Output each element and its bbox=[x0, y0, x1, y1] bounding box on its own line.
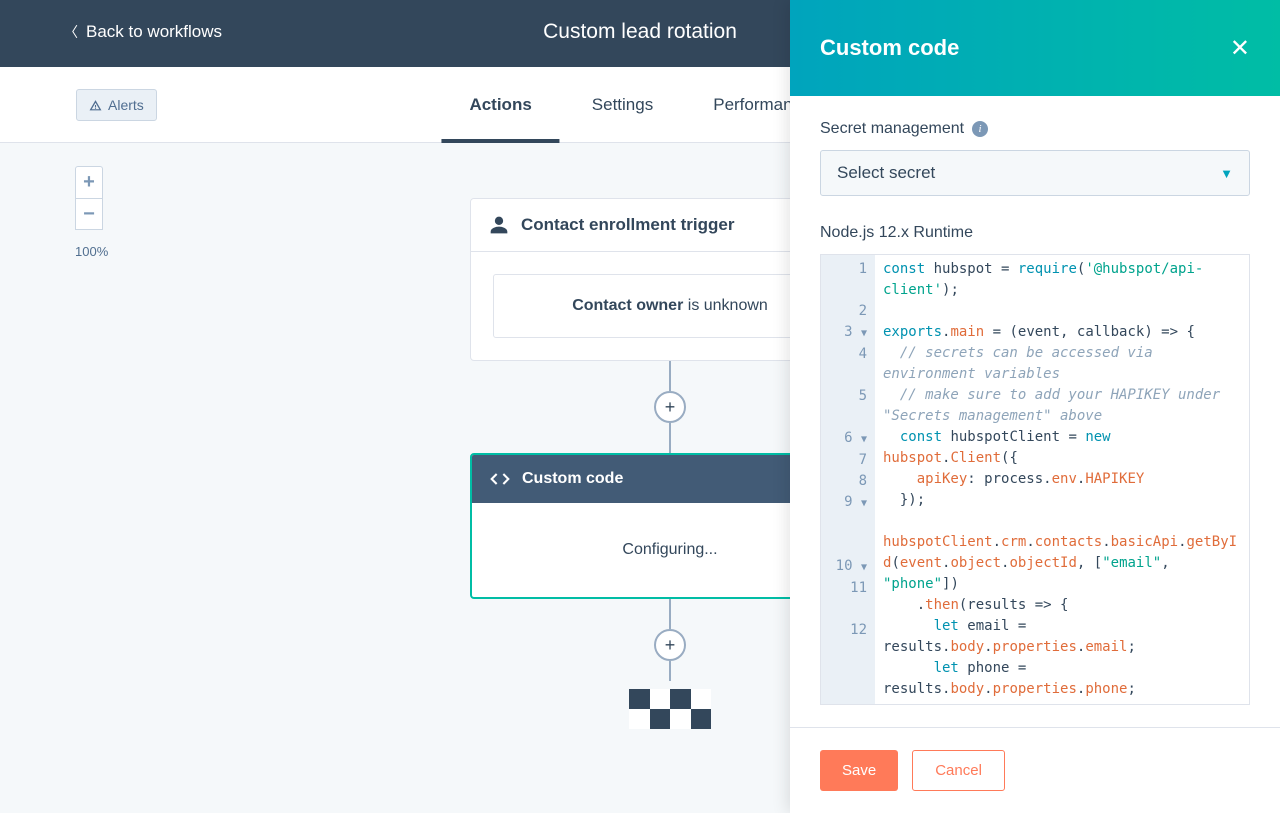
panel-header: Custom code ✕ bbox=[790, 0, 1280, 96]
select-secret-dropdown[interactable]: Select secret ▼ bbox=[820, 150, 1250, 196]
panel-footer: Save Cancel bbox=[790, 727, 1280, 813]
tab-actions[interactable]: Actions bbox=[469, 67, 531, 143]
connector-line bbox=[669, 661, 671, 681]
panel-body: Secret management i Select secret ▼ Node… bbox=[790, 96, 1280, 727]
zoom-out-button[interactable]: − bbox=[75, 198, 103, 230]
warning-icon bbox=[89, 99, 102, 112]
zoom-controls: + − 100% bbox=[75, 166, 108, 259]
zoom-in-button[interactable]: + bbox=[75, 166, 103, 198]
chevron-left-icon: 〈 bbox=[64, 22, 78, 42]
select-secret-value: Select secret bbox=[837, 163, 935, 183]
code-editor[interactable]: 1 2 3 ▼ 4 5 6 ▼ 7 8 9 ▼ 10 ▼ 11 12 const… bbox=[820, 254, 1250, 705]
add-action-button[interactable]: + bbox=[654, 629, 686, 661]
alerts-label: Alerts bbox=[108, 97, 144, 113]
code-content[interactable]: const hubspot = require('@hubspot/api-cl… bbox=[875, 255, 1249, 704]
info-icon[interactable]: i bbox=[972, 121, 988, 137]
connector-line bbox=[669, 361, 671, 391]
close-icon[interactable]: ✕ bbox=[1230, 34, 1250, 63]
save-button[interactable]: Save bbox=[820, 750, 898, 791]
connector-line bbox=[669, 599, 671, 629]
caret-down-icon: ▼ bbox=[1220, 166, 1233, 181]
zoom-level: 100% bbox=[75, 244, 108, 259]
panel-title: Custom code bbox=[820, 35, 959, 61]
custom-code-title: Custom code bbox=[522, 470, 623, 488]
custom-code-panel: Custom code ✕ Secret management i Select… bbox=[790, 0, 1280, 813]
secret-management-label: Secret management i bbox=[820, 120, 1250, 138]
add-action-button[interactable]: + bbox=[654, 391, 686, 423]
back-label: Back to workflows bbox=[86, 22, 222, 42]
end-marker-icon bbox=[629, 689, 711, 729]
page-title: Custom lead rotation bbox=[543, 20, 737, 44]
back-to-workflows-link[interactable]: 〈 Back to workflows bbox=[64, 22, 222, 42]
contact-icon bbox=[489, 215, 509, 235]
enrollment-title: Contact enrollment trigger bbox=[521, 215, 734, 235]
tab-list: Actions Settings Performance bbox=[469, 67, 810, 143]
alerts-button[interactable]: Alerts bbox=[76, 89, 157, 121]
cancel-button[interactable]: Cancel bbox=[912, 750, 1005, 791]
runtime-label: Node.js 12.x Runtime bbox=[820, 224, 1250, 242]
code-icon bbox=[490, 469, 510, 489]
connector-line bbox=[669, 423, 671, 453]
tab-settings[interactable]: Settings bbox=[592, 67, 653, 143]
code-gutter: 1 2 3 ▼ 4 5 6 ▼ 7 8 9 ▼ 10 ▼ 11 12 bbox=[821, 255, 875, 704]
